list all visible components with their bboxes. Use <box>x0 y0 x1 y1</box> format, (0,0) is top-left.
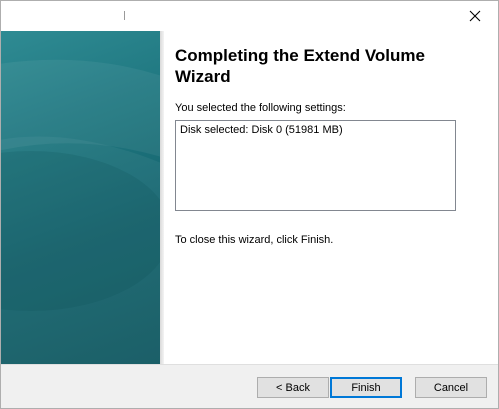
banner-divider <box>160 31 164 364</box>
back-button[interactable]: < Back <box>257 377 329 398</box>
button-bar: < Back Finish Cancel <box>1 364 498 408</box>
wizard-window: Completing the Extend Volume Wizard You … <box>0 0 499 409</box>
wizard-side-banner <box>1 31 160 364</box>
cancel-button[interactable]: Cancel <box>415 377 487 398</box>
wizard-content: Completing the Extend Volume Wizard You … <box>1 31 498 364</box>
title-caret <box>124 11 125 20</box>
settings-line: Disk selected: Disk 0 (51981 MB) <box>180 124 343 136</box>
settings-summary-box[interactable]: Disk selected: Disk 0 (51981 MB) <box>175 120 456 211</box>
finish-button[interactable]: Finish <box>330 377 402 398</box>
settings-label: You selected the following settings: <box>175 102 346 114</box>
title-bar <box>1 1 498 31</box>
wizard-title: Completing the Extend Volume Wizard <box>175 46 425 86</box>
close-button[interactable] <box>452 1 498 31</box>
close-instruction: To close this wizard, click Finish. <box>175 234 334 246</box>
close-icon <box>469 10 481 22</box>
banner-decoration <box>1 59 160 364</box>
